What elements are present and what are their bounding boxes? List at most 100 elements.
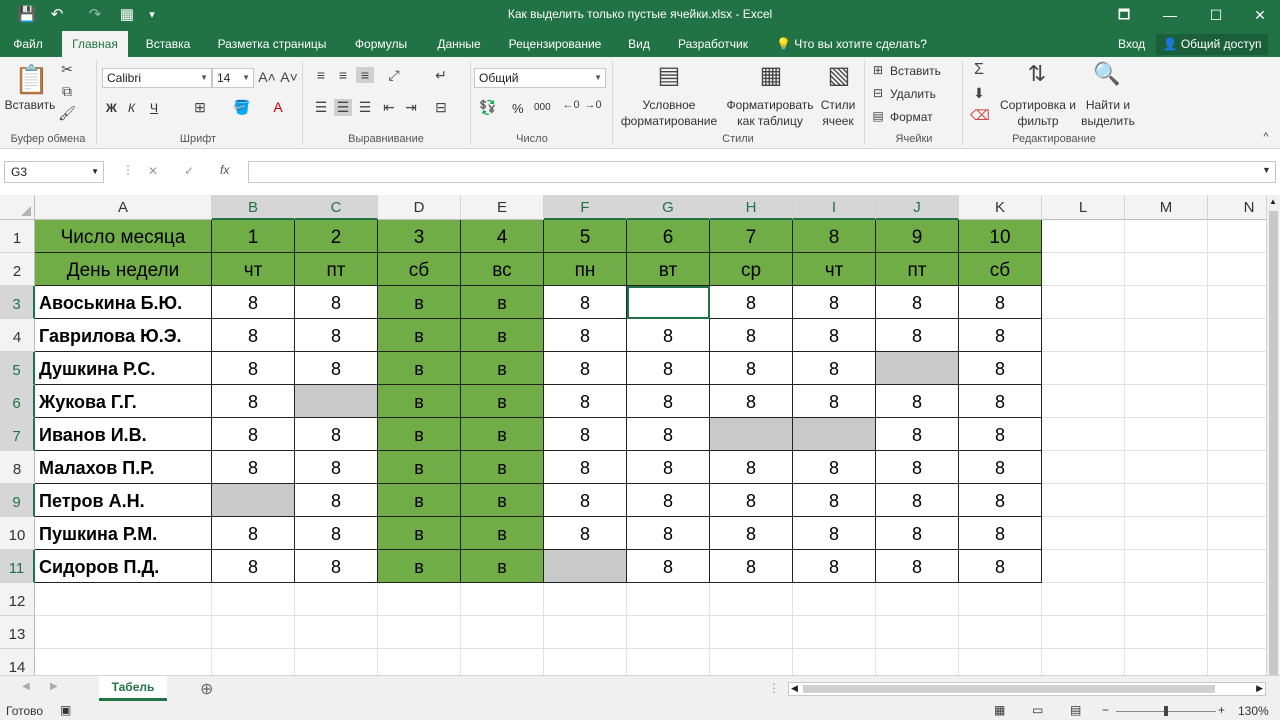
magnifier-icon[interactable]: 🔍 [1090, 61, 1124, 87]
cell-c9[interactable]: 8 [295, 484, 378, 517]
font-color-icon[interactable]: A [268, 99, 288, 115]
row-header-8[interactable]: 8 [0, 451, 35, 484]
cell-l4[interactable] [1042, 319, 1125, 352]
cell-m9[interactable] [1125, 484, 1208, 517]
wrap-text-icon[interactable]: ↵ [432, 67, 450, 84]
increase-decimal-icon[interactable]: ←0 [562, 99, 580, 111]
increase-font-icon[interactable]: A˄ [258, 69, 276, 85]
align-bottom-icon[interactable]: ≡ [356, 67, 374, 83]
underline-button[interactable]: Ч [150, 101, 158, 115]
close-button[interactable]: ✕ [1240, 3, 1280, 27]
cell-g1[interactable]: 6 [627, 220, 710, 253]
cell-f2[interactable]: пн [544, 253, 627, 286]
tab-file[interactable]: Файл [0, 31, 56, 57]
cell-h8[interactable]: 8 [710, 451, 793, 484]
cell-f9[interactable]: 8 [544, 484, 627, 517]
cell-c10[interactable]: 8 [295, 517, 378, 550]
cell-b11[interactable]: 8 [212, 550, 295, 583]
cell-e3[interactable]: в [461, 286, 544, 319]
cell-j5[interactable] [876, 352, 959, 385]
insert-cells-icon[interactable]: ⊞ [870, 63, 886, 77]
vertical-scroll-thumb[interactable] [1269, 211, 1278, 681]
align-top-icon[interactable]: ≡ [312, 67, 330, 83]
cell-e14[interactable] [461, 649, 544, 675]
cell-h4[interactable]: 8 [710, 319, 793, 352]
normal-view-icon[interactable]: ▦ [994, 703, 1005, 717]
cell-d1[interactable]: 3 [378, 220, 461, 253]
cell-n3[interactable] [1208, 286, 1266, 319]
italic-button[interactable]: К [128, 101, 135, 115]
format-as-table-icon[interactable]: ▦ [754, 61, 788, 90]
cell-n4[interactable] [1208, 319, 1266, 352]
cell-h14[interactable] [710, 649, 793, 675]
cell-l2[interactable] [1042, 253, 1125, 286]
cell-k5[interactable]: 8 [959, 352, 1042, 385]
cell-l11[interactable] [1042, 550, 1125, 583]
name-box[interactable]: G3 ▼ [4, 161, 104, 183]
cell-g13[interactable] [627, 616, 710, 649]
macro-record-icon[interactable]: ▣ [60, 703, 71, 717]
row-header-2[interactable]: 2 [0, 253, 35, 286]
cell-d2[interactable]: сб [378, 253, 461, 286]
add-sheet-icon[interactable]: ⊕ [200, 679, 213, 699]
cell-n1[interactable] [1208, 220, 1266, 253]
cell-f3[interactable]: 8 [544, 286, 627, 319]
cell-b3[interactable]: 8 [212, 286, 295, 319]
cell-a1[interactable]: Число месяца [35, 220, 212, 253]
cell-m8[interactable] [1125, 451, 1208, 484]
cell-f10[interactable]: 8 [544, 517, 627, 550]
tab-data[interactable]: Данные [426, 31, 492, 57]
cell-c11[interactable]: 8 [295, 550, 378, 583]
column-header-g[interactable]: G [627, 195, 710, 220]
number-format-select[interactable]: Общий ▼ [474, 68, 606, 88]
cell-n5[interactable] [1208, 352, 1266, 385]
collapse-ribbon-icon[interactable]: ^ [1258, 131, 1274, 143]
cell-m7[interactable] [1125, 418, 1208, 451]
format-painter-icon[interactable]: 🖌 [58, 105, 76, 122]
cell-k4[interactable]: 8 [959, 319, 1042, 352]
scroll-right-icon[interactable]: ▶ [1256, 683, 1263, 694]
cell-k8[interactable]: 8 [959, 451, 1042, 484]
fill-color-icon[interactable]: 🪣 [232, 99, 252, 116]
cell-n8[interactable] [1208, 451, 1266, 484]
cell-d8[interactable]: в [378, 451, 461, 484]
cell-k13[interactable] [959, 616, 1042, 649]
cell-d5[interactable]: в [378, 352, 461, 385]
tab-page-layout[interactable]: Разметка страницы [208, 31, 336, 57]
cell-e7[interactable]: в [461, 418, 544, 451]
cell-n2[interactable] [1208, 253, 1266, 286]
cell-j10[interactable]: 8 [876, 517, 959, 550]
borders-icon[interactable]: ⊞ [190, 99, 210, 116]
column-header-c[interactable]: C [295, 195, 378, 220]
cell-h5[interactable]: 8 [710, 352, 793, 385]
cell-k11[interactable]: 8 [959, 550, 1042, 583]
cell-g3[interactable] [627, 286, 710, 319]
cell-f8[interactable]: 8 [544, 451, 627, 484]
cell-h10[interactable]: 8 [710, 517, 793, 550]
ribbon-display-options-icon[interactable]: 🗖 [1104, 3, 1144, 27]
column-header-i[interactable]: I [793, 195, 876, 220]
cell-g4[interactable]: 8 [627, 319, 710, 352]
cell-f14[interactable] [544, 649, 627, 675]
cell-n13[interactable] [1208, 616, 1266, 649]
cell-i10[interactable]: 8 [793, 517, 876, 550]
scroll-left-icon[interactable]: ◀ [791, 683, 798, 694]
cell-a2[interactable]: День недели [35, 253, 212, 286]
cell-g2[interactable]: вт [627, 253, 710, 286]
cell-j13[interactable] [876, 616, 959, 649]
cell-n10[interactable] [1208, 517, 1266, 550]
minimize-button[interactable]: — [1150, 3, 1190, 27]
cell-e6[interactable]: в [461, 385, 544, 418]
cell-c8[interactable]: 8 [295, 451, 378, 484]
cell-m3[interactable] [1125, 286, 1208, 319]
zoom-out-icon[interactable]: − [1102, 703, 1109, 717]
merge-center-icon[interactable]: ⊟ [432, 99, 450, 116]
cell-l9[interactable] [1042, 484, 1125, 517]
cell-c1[interactable]: 2 [295, 220, 378, 253]
formula-input[interactable] [248, 161, 1276, 183]
scroll-tabs-left-icon[interactable]: ◀ [22, 681, 30, 692]
cell-a7[interactable]: Иванов И.В. [35, 418, 212, 451]
cell-b9[interactable] [212, 484, 295, 517]
cell-k7[interactable]: 8 [959, 418, 1042, 451]
cell-k9[interactable]: 8 [959, 484, 1042, 517]
